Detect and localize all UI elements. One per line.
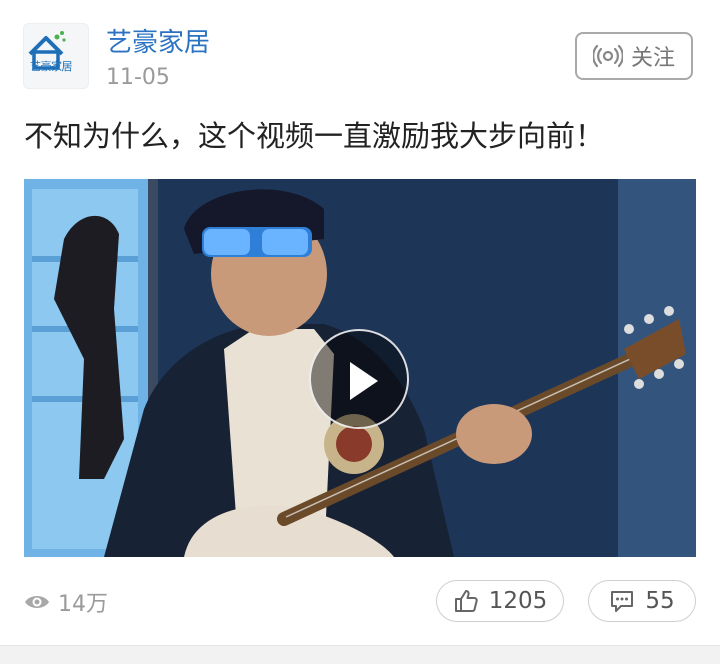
author-avatar[interactable]: 艺豪家居 [23, 23, 89, 89]
follow-button[interactable]: 关注 [575, 32, 693, 80]
broadcast-icon [592, 44, 623, 68]
view-count-label: 14万 [58, 592, 108, 617]
thumb-up-icon [454, 590, 478, 612]
view-count: 14万 [24, 585, 108, 619]
comment-icon [611, 591, 634, 612]
eye-icon [25, 596, 49, 608]
author-name[interactable]: 艺豪家居 [106, 26, 210, 60]
logo-text: 艺豪家居 [30, 60, 73, 73]
play-button[interactable] [309, 329, 409, 429]
comment-button[interactable]: 55 [588, 580, 696, 622]
post-text: 不知为什么，这个视频一直激励我大步向前！ [24, 119, 605, 153]
post-date: 11-05 [106, 65, 170, 90]
like-button[interactable]: 1205 [436, 580, 564, 622]
like-count: 1205 [488, 588, 548, 614]
follow-label: 关注 [630, 46, 675, 71]
bottom-divider [0, 645, 720, 664]
comment-count: 55 [645, 588, 675, 614]
play-icon [350, 362, 378, 400]
house-logo-icon [28, 31, 66, 70]
